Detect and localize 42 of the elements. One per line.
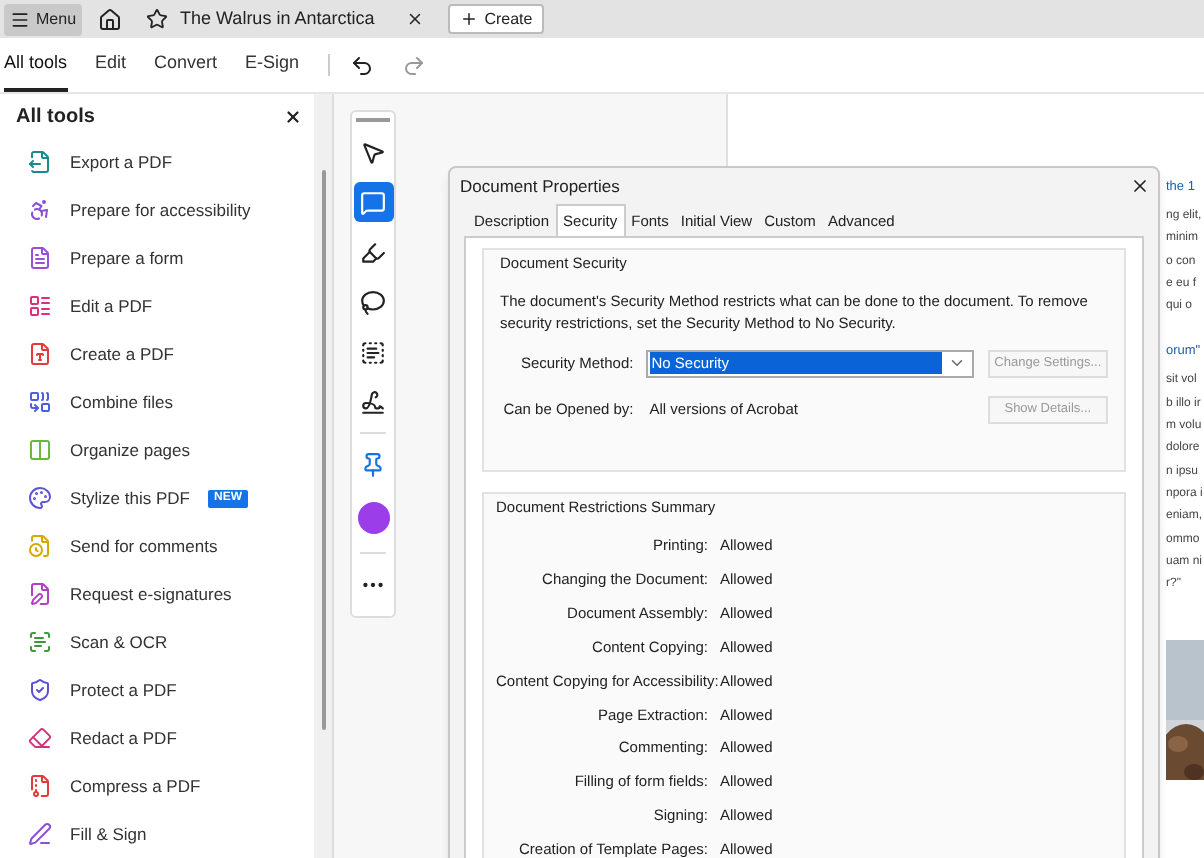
tool-item[interactable]: Compress a PDF [70,773,201,799]
tool-item[interactable]: Stylize this PDF [70,485,190,511]
tool-item[interactable]: Create a PDF [70,341,174,367]
close-icon[interactable] [284,107,302,125]
undo-icon[interactable] [349,53,374,77]
signature-icon [360,389,386,415]
redo-icon[interactable] [401,53,426,77]
tool-item[interactable]: Prepare for accessibility [70,197,251,223]
tool-item[interactable]: Request e-signatures [70,581,232,607]
scrollbar[interactable] [321,170,325,730]
tool-item[interactable]: Scan & OCR [70,629,168,655]
tool-item[interactable]: Organize pages [70,437,191,463]
menu-button[interactable]: Menu [4,3,83,35]
pen-icon [360,239,386,265]
lasso-icon [360,289,386,315]
tool-item[interactable]: Combine files [70,389,173,415]
close-icon[interactable] [1130,176,1150,196]
toolbar-tab[interactable]: Convert [154,38,218,92]
comment-tool[interactable] [353,182,393,222]
tool-item[interactable]: Send for comments [70,533,218,559]
pin-icon [360,451,386,477]
tab-title: The Walrus in Antarctica [180,5,375,32]
toolbar-tab[interactable]: E-Sign [245,38,300,92]
tool-item[interactable]: Prepare a form [70,245,184,271]
dialog-title: Document Properties [460,173,620,199]
text-box-icon [360,339,386,365]
create-button[interactable]: Create [448,4,545,34]
tool-item[interactable]: Edit a PDF [70,293,153,319]
comment-icon [360,189,386,215]
plus-icon [460,10,479,28]
tool-item[interactable]: Redact a PDF [70,725,177,751]
menu-icon [10,9,30,29]
star-icon[interactable] [146,8,169,30]
panel-title: All tools [16,103,95,131]
pointer-icon [360,139,386,165]
tool-item[interactable]: Protect a PDF [70,677,177,703]
color-swatch[interactable] [357,502,389,534]
tool-item[interactable]: Fill & Sign [70,821,147,847]
tool-item[interactable]: Export a PDF [70,149,173,175]
toolbar-tab[interactable]: Edit [95,38,127,92]
home-icon[interactable] [98,7,123,31]
close-icon[interactable] [406,10,425,28]
